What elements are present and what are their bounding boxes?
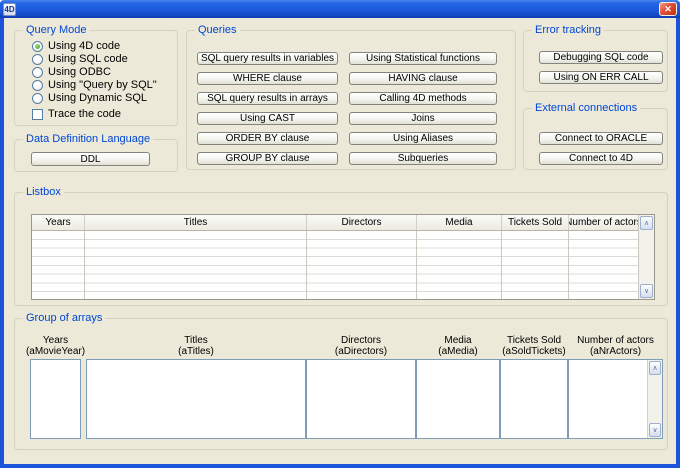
having-clause-button[interactable]: HAVING clause <box>349 72 497 85</box>
scroll-up-icon[interactable]: ∧ <box>649 361 661 375</box>
app-window: 4D ✕ Query Mode Using 4D code Using SQL … <box>0 0 680 468</box>
radio-row: Using SQL code <box>32 53 128 65</box>
listbox-main: Years Titles Directors Media Tickets Sol… <box>32 215 638 299</box>
external-connections-group-label: External connections <box>532 101 640 115</box>
external-connections-group: External connections Connect to ORACLE C… <box>523 108 668 170</box>
radio-row: Using Dynamic SQL <box>32 92 147 104</box>
listbox-header-years[interactable]: Years <box>32 215 85 230</box>
checkbox-label: Trace the code <box>48 108 121 120</box>
listbox-column-years[interactable] <box>32 231 85 299</box>
listbox-column-media[interactable] <box>417 231 502 299</box>
4d-app-icon[interactable]: 4D <box>3 3 16 16</box>
radio-label: Using "Query by SQL" <box>48 79 157 91</box>
checkbox-row: Trace the code <box>32 108 121 120</box>
ddl-button[interactable]: DDL <box>31 152 150 166</box>
close-button[interactable]: ✕ <box>659 2 677 16</box>
group-of-arrays-group: Group of arrays Years(aMovieYear) Titles… <box>14 318 668 450</box>
scroll-up-icon[interactable]: ∧ <box>640 216 653 230</box>
radio-using-4d-code[interactable] <box>32 41 43 52</box>
subqueries-button[interactable]: Subqueries <box>349 152 497 165</box>
radio-label: Using Dynamic SQL <box>48 92 147 104</box>
query-mode-group: Query Mode Using 4D code Using SQL code … <box>14 30 178 126</box>
listbox-group: Listbox Years Titles Directors Media Tic… <box>14 192 668 306</box>
order-by-clause-button[interactable]: ORDER BY clause <box>197 132 338 145</box>
using-aliases-button[interactable]: Using Aliases <box>349 132 497 145</box>
array-directors-listbox[interactable] <box>306 359 416 439</box>
listbox-column-titles[interactable] <box>85 231 307 299</box>
sql-query-results-in-arrays-button[interactable]: SQL query results in arrays <box>197 92 338 105</box>
radio-label: Using ODBC <box>48 66 111 78</box>
query-mode-group-label: Query Mode <box>23 23 90 37</box>
listbox-header-number-of-actors[interactable]: Number of actors <box>569 215 638 230</box>
client-area: Query Mode Using 4D code Using SQL code … <box>4 18 676 464</box>
radio-row: Using 4D code <box>32 40 120 52</box>
listbox-header-directors[interactable]: Directors <box>307 215 417 230</box>
debugging-sql-code-button[interactable]: Debugging SQL code <box>539 51 663 64</box>
sql-query-results-in-variables-button[interactable]: SQL query results in variables <box>197 52 338 65</box>
queries-group: Queries SQL query results in variables W… <box>186 30 516 170</box>
using-on-err-call-button[interactable]: Using ON ERR CALL <box>539 71 663 84</box>
error-tracking-group-label: Error tracking <box>532 23 604 37</box>
title-bar[interactable]: 4D ✕ <box>0 0 680 18</box>
where-clause-button[interactable]: WHERE clause <box>197 72 338 85</box>
group-of-arrays-group-label: Group of arrays <box>23 311 105 325</box>
ddl-group: Data Definition Language DDL <box>14 139 178 172</box>
array-media-label: Media(aMedia) <box>416 335 500 357</box>
scroll-down-icon[interactable]: ∨ <box>640 284 653 298</box>
array-tickets-sold-listbox[interactable] <box>500 359 568 439</box>
radio-label: Using 4D code <box>48 40 120 52</box>
listbox-column-tickets-sold[interactable] <box>502 231 569 299</box>
listbox-header-media[interactable]: Media <box>417 215 502 230</box>
group-by-clause-button[interactable]: GROUP BY clause <box>197 152 338 165</box>
radio-using-query-by-sql[interactable] <box>32 80 43 91</box>
using-statistical-functions-button[interactable]: Using Statistical functions <box>349 52 497 65</box>
listbox-table[interactable]: Years Titles Directors Media Tickets Sol… <box>31 214 655 300</box>
radio-using-dynamic-sql[interactable] <box>32 93 43 104</box>
listbox-body[interactable] <box>32 231 638 299</box>
listbox-group-label: Listbox <box>23 185 64 199</box>
listbox-header-tickets-sold[interactable]: Tickets Sold <box>502 215 569 230</box>
listbox-column-directors[interactable] <box>307 231 417 299</box>
array-number-of-actors-listbox[interactable]: ∧ ∨ <box>568 359 663 439</box>
connect-to-4d-button[interactable]: Connect to 4D <box>539 152 663 165</box>
array-titles-listbox[interactable] <box>86 359 306 439</box>
ddl-group-label: Data Definition Language <box>23 132 153 146</box>
array-media-listbox[interactable] <box>416 359 500 439</box>
joins-button[interactable]: Joins <box>349 112 497 125</box>
array-years-listbox[interactable] <box>30 359 81 439</box>
array-tickets-sold-label: Tickets Sold(aSoldTickets) <box>500 335 568 357</box>
error-tracking-group: Error tracking Debugging SQL code Using … <box>523 30 668 92</box>
using-cast-button[interactable]: Using CAST <box>197 112 338 125</box>
radio-label: Using SQL code <box>48 53 128 65</box>
array-number-of-actors-label: Number of actors(aNrActors) <box>568 335 663 357</box>
radio-row: Using "Query by SQL" <box>32 79 157 91</box>
radio-row: Using ODBC <box>32 66 111 78</box>
radio-using-odbc[interactable] <box>32 67 43 78</box>
calling-4d-methods-button[interactable]: Calling 4D methods <box>349 92 497 105</box>
checkbox-trace-the-code[interactable] <box>32 109 43 120</box>
scroll-down-icon[interactable]: ∨ <box>649 423 661 437</box>
radio-using-sql-code[interactable] <box>32 54 43 65</box>
listbox-header-titles[interactable]: Titles <box>85 215 307 230</box>
listbox-scrollbar[interactable]: ∧ ∨ <box>638 215 654 299</box>
array-scrollbar[interactable]: ∧ ∨ <box>647 360 662 438</box>
connect-to-oracle-button[interactable]: Connect to ORACLE <box>539 132 663 145</box>
listbox-header: Years Titles Directors Media Tickets Sol… <box>32 215 638 231</box>
array-directors-label: Directors(aDirectors) <box>306 335 416 357</box>
listbox-column-number-of-actors[interactable] <box>569 231 638 299</box>
array-years-label: Years(aMovieYear) <box>20 335 91 357</box>
array-titles-label: Titles(aTitles) <box>86 335 306 357</box>
queries-group-label: Queries <box>195 23 240 37</box>
